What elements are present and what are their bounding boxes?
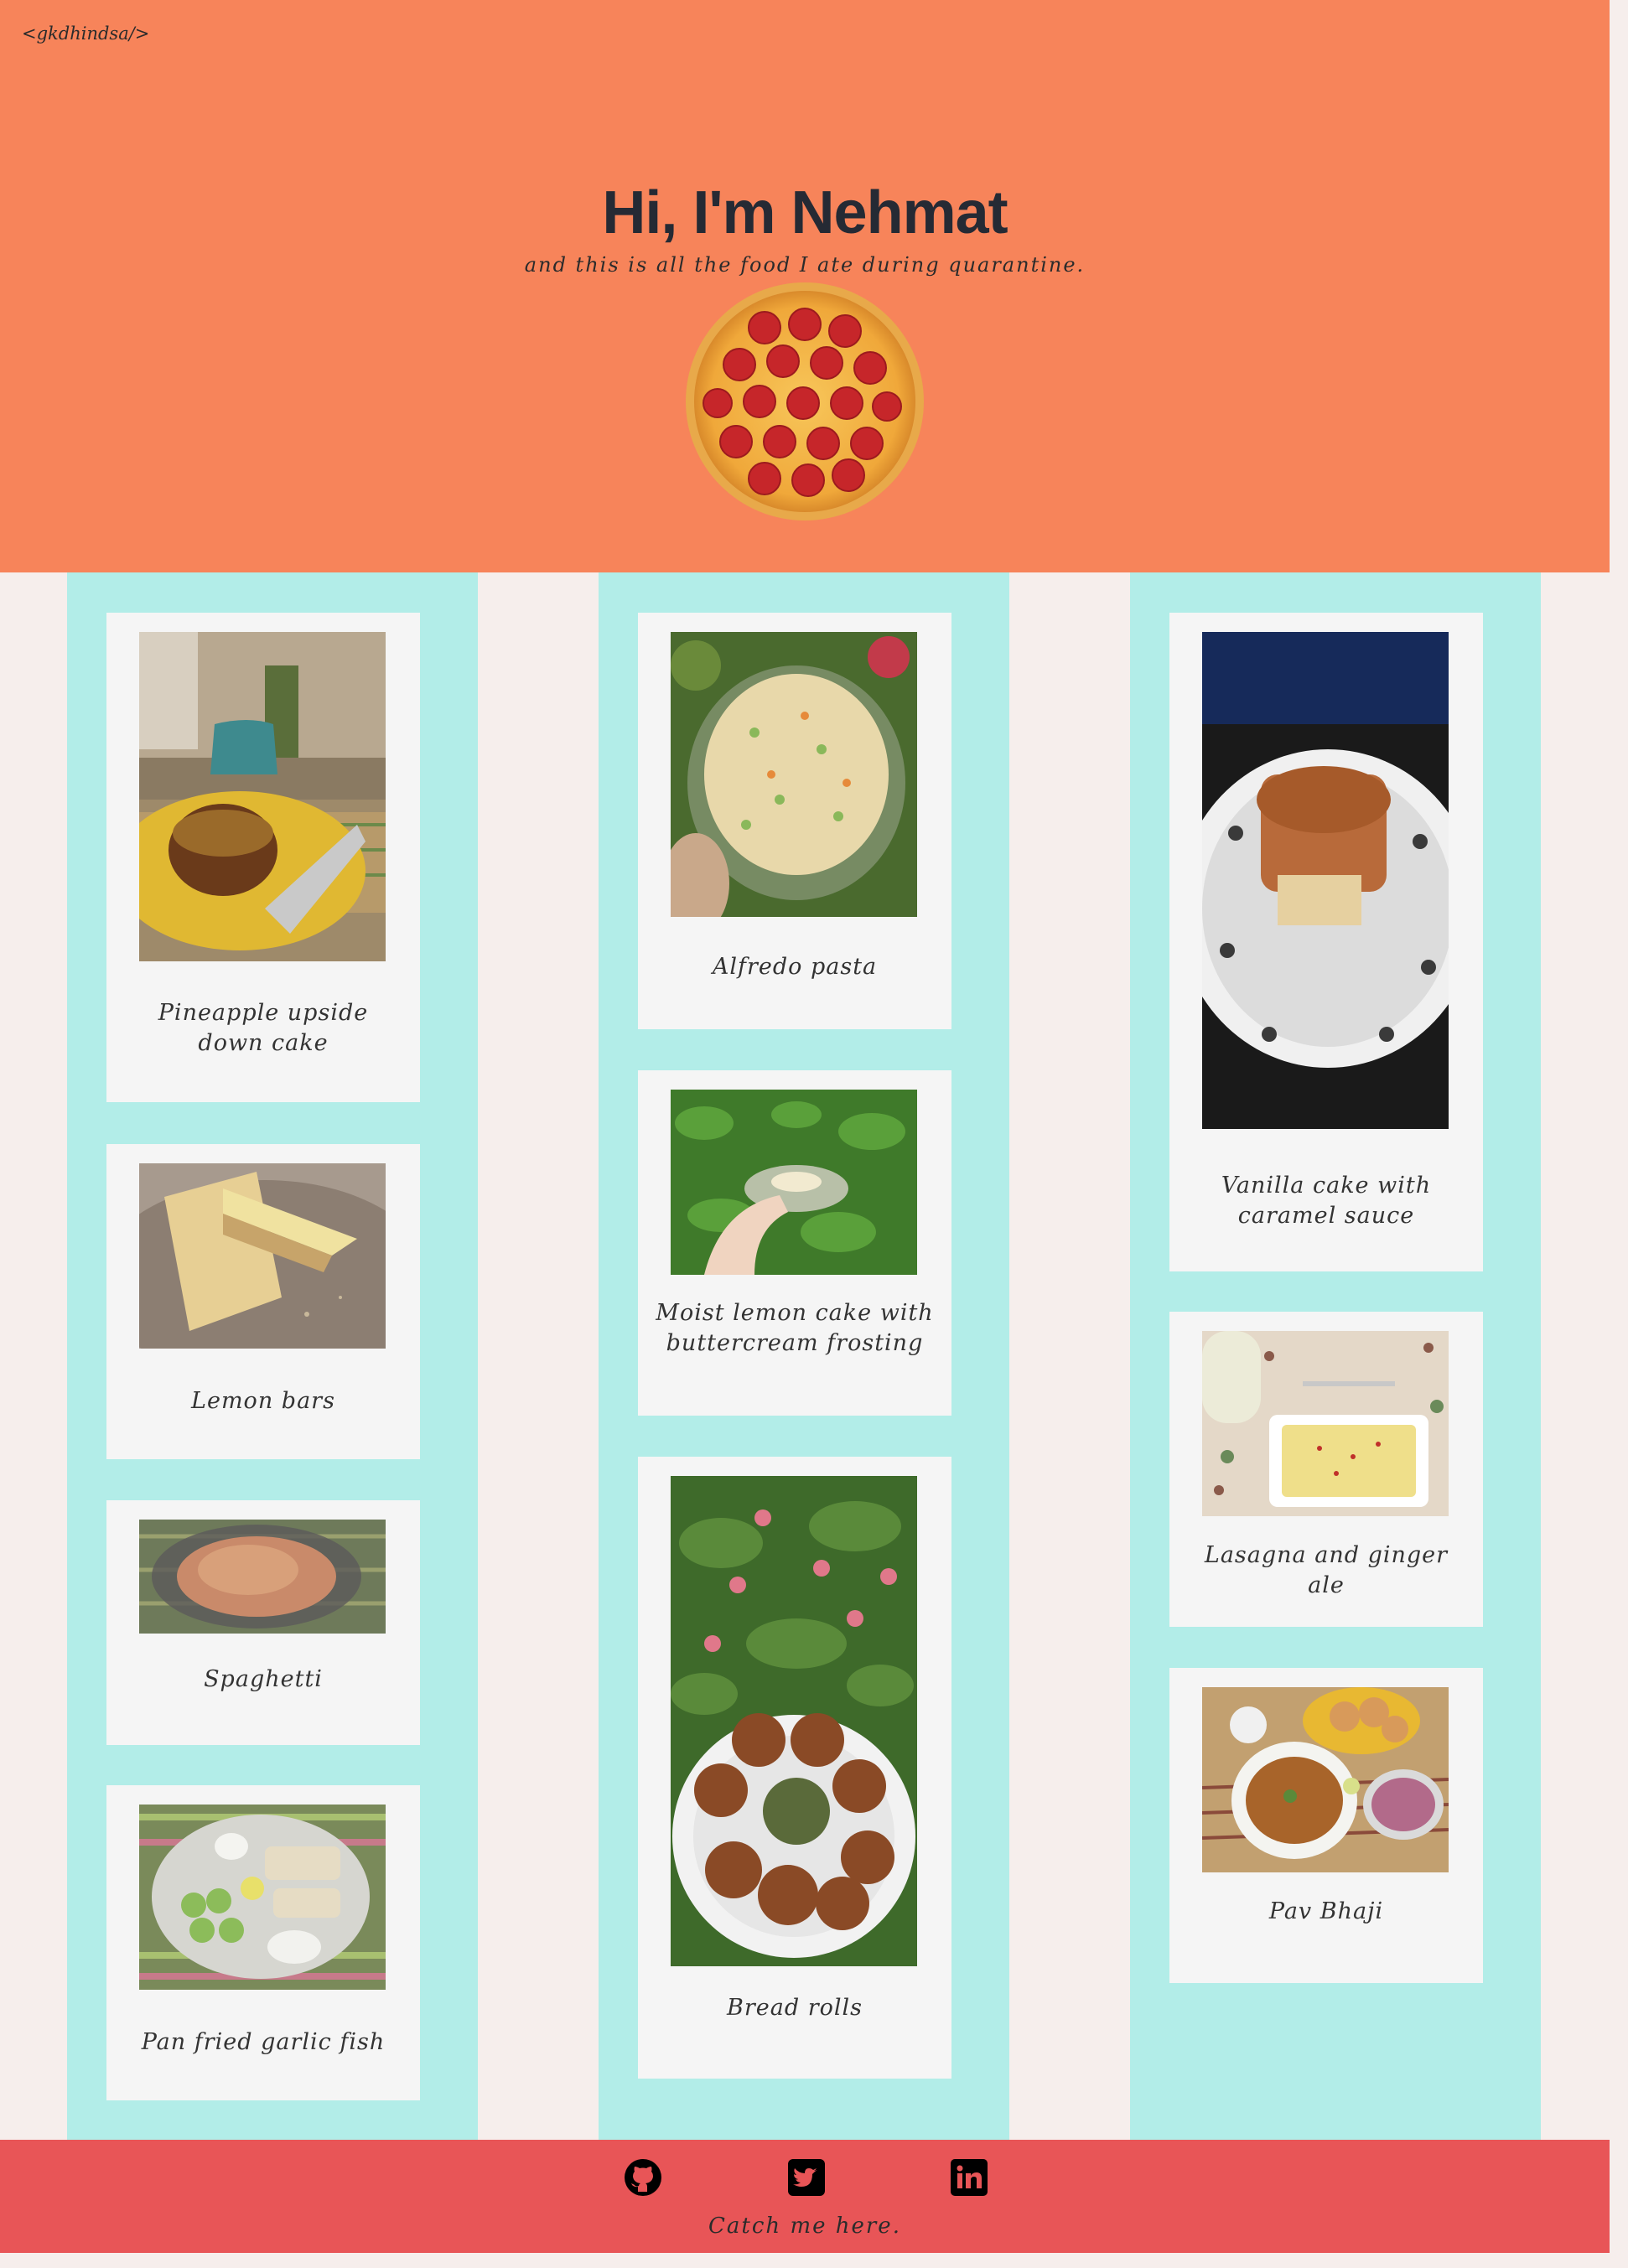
pan-fried-garlic-fish-photo <box>139 1805 386 1990</box>
food-caption: Vanilla cake with caramel sauce <box>1221 1173 1432 1229</box>
pineapple-upside-down-cake-photo <box>139 632 386 961</box>
food-card[interactable]: Pan fried garlic fish <box>106 1785 420 2100</box>
pepperoni-pizza-icon <box>686 282 924 520</box>
food-card[interactable]: Bread rolls <box>638 1457 951 2079</box>
gallery-column-3: Vanilla cake with caramel sauce Lasagna … <box>1130 572 1541 2140</box>
bread-rolls-photo <box>671 1476 917 1966</box>
food-card[interactable]: Lasagna and ginger ale <box>1169 1312 1483 1627</box>
food-caption: Pineapple upside down cake <box>158 1000 369 1056</box>
linkedin-icon[interactable] <box>950 2158 988 2197</box>
food-caption: Lasagna and ginger ale <box>1204 1542 1449 1598</box>
github-icon[interactable] <box>624 2158 662 2197</box>
alfredo-pasta-photo <box>671 632 917 917</box>
food-caption: Lemon bars <box>191 1388 335 1414</box>
food-caption: Spaghetti <box>204 1666 323 1692</box>
food-caption: Alfredo pasta <box>712 954 878 980</box>
header: <gkdhindsa/> Hi, I'm Nehmat and this is … <box>0 0 1610 572</box>
pav-bhaji-photo <box>1202 1687 1449 1872</box>
food-card[interactable]: Vanilla cake with caramel sauce <box>1169 613 1483 1271</box>
food-caption: Pav Bhaji <box>1268 1898 1384 1924</box>
food-card[interactable]: Pineapple upside down cake <box>106 613 420 1102</box>
vanilla-cake-photo <box>1202 632 1449 1129</box>
gallery-column-1: Pineapple upside down cake Lemon bars Sp… <box>67 572 478 2140</box>
page-title: Hi, I'm Nehmat <box>602 179 1008 247</box>
lasagna-photo <box>1202 1331 1449 1516</box>
twitter-icon[interactable] <box>787 2158 826 2197</box>
food-card[interactable]: Spaghetti <box>106 1500 420 1745</box>
lemon-bars-photo <box>139 1163 386 1349</box>
gallery-column-2: Alfredo pasta Moist lemon cake with butt… <box>599 572 1009 2140</box>
food-caption: Bread rolls <box>727 1995 863 2021</box>
food-card[interactable]: Alfredo pasta <box>638 613 951 1029</box>
moist-lemon-cake-photo <box>671 1090 917 1275</box>
footer-text: Catch me here. <box>708 2214 901 2239</box>
brand-logo[interactable]: <gkdhindsa/> <box>22 23 149 44</box>
food-card[interactable]: Lemon bars <box>106 1144 420 1459</box>
page-subtitle: and this is all the food I ate during qu… <box>524 253 1086 277</box>
food-card[interactable]: Pav Bhaji <box>1169 1668 1483 1983</box>
food-caption: Moist lemon cake with buttercream frosti… <box>656 1300 934 1356</box>
footer: Catch me here. <box>0 2140 1610 2253</box>
spaghetti-photo <box>139 1520 386 1634</box>
food-caption: Pan fried garlic fish <box>141 2029 386 2055</box>
food-card[interactable]: Moist lemon cake with buttercream frosti… <box>638 1070 951 1416</box>
